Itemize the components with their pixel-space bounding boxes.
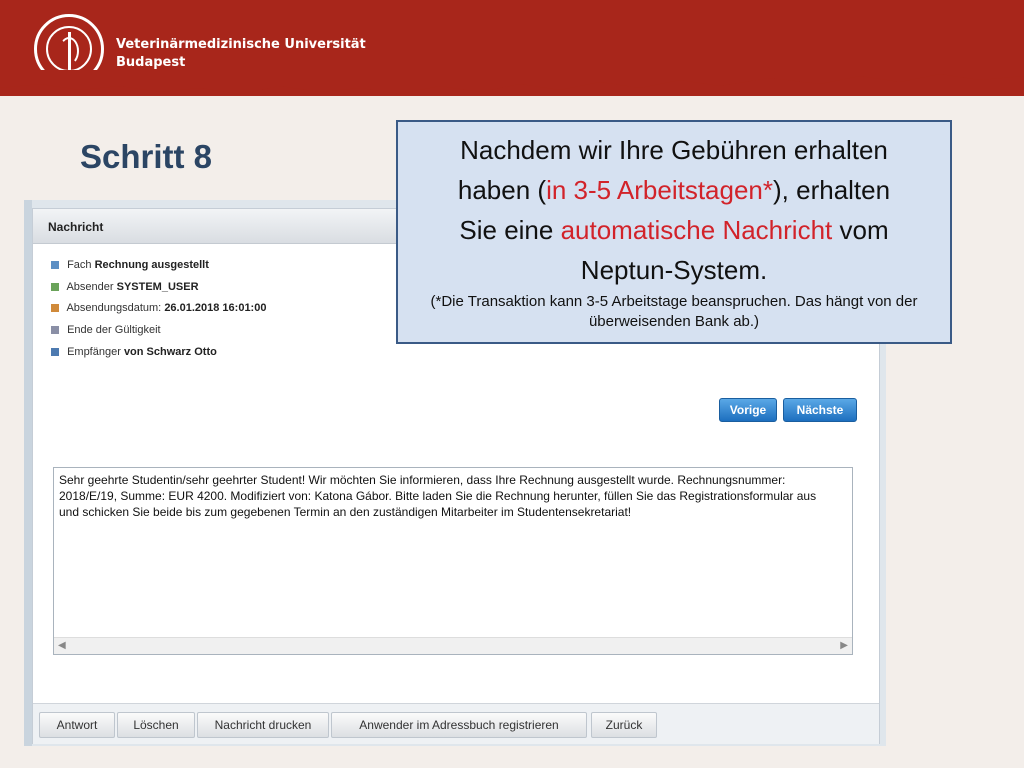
- field-expiry-label: Ende der Gültigkeit: [67, 324, 161, 336]
- field-recipient-label: Empfänger: [67, 346, 121, 358]
- field-expiry: Ende der Gültigkeit: [51, 324, 161, 336]
- callout-line2-pre: haben (: [457, 175, 547, 205]
- field-send-date: Absendungsdatum: 26.01.2018 16:01:00: [51, 302, 266, 314]
- back-button[interactable]: Zurück: [591, 712, 657, 738]
- field-subject-value: Rechnung ausgestellt: [94, 259, 209, 271]
- register-in-addressbook-button[interactable]: Anwender im Adressbuch registrieren: [331, 712, 587, 738]
- field-recipient-value: von Schwarz Otto: [123, 346, 217, 358]
- clock-icon: [51, 326, 59, 335]
- callout-line2: haben (in 3-5 Arbeitstagen*), erhalten: [398, 170, 950, 210]
- scroll-right-icon[interactable]: ▶: [840, 640, 848, 651]
- university-name-line1: Veterinärmedizinische Universität: [116, 37, 366, 52]
- next-button[interactable]: Nächste: [783, 398, 857, 422]
- field-recipient: Empfänger von Schwarz Otto: [51, 346, 217, 358]
- explanation-callout: Nachdem wir Ihre Gebühren erhalten haben…: [396, 120, 952, 344]
- background-page-strip: [24, 200, 32, 746]
- sender-icon: [51, 283, 59, 292]
- callout-highlight-days: in 3-5 Arbeitstagen*: [546, 175, 774, 205]
- calendar-icon: [51, 304, 59, 313]
- callout-line3-post: vom: [832, 215, 889, 245]
- callout-highlight-message: automatische Nachricht: [560, 215, 833, 245]
- horizontal-scrollbar[interactable]: ◀ ▶: [54, 637, 852, 654]
- scroll-left-icon[interactable]: ◀: [58, 640, 66, 651]
- field-subject-label: Fach: [67, 259, 92, 271]
- field-sender: Absender SYSTEM_USER: [51, 281, 199, 293]
- print-message-button[interactable]: Nachricht drucken: [197, 712, 329, 738]
- subject-icon: [51, 261, 59, 270]
- delete-button[interactable]: Löschen: [117, 712, 195, 738]
- field-sender-label: Absender: [66, 281, 114, 293]
- dialog-footer: Antwort Löschen Nachricht drucken Anwend…: [33, 703, 879, 744]
- field-send-date-label: Absendungsdatum:: [66, 302, 162, 314]
- callout-line2-post: ), erhalten: [773, 175, 891, 205]
- field-send-date-value: 26.01.2018 16:01:00: [164, 302, 267, 314]
- callout-line3-pre: Sie eine: [459, 215, 561, 245]
- message-body-box[interactable]: Sehr geehrte Studentin/sehr geehrter Stu…: [53, 467, 853, 655]
- field-sender-value: SYSTEM_USER: [116, 281, 199, 293]
- previous-button[interactable]: Vorige: [719, 398, 777, 422]
- reply-button[interactable]: Antwort: [39, 712, 115, 738]
- university-name: Veterinärmedizinische Universität Budape…: [116, 36, 366, 72]
- field-subject: Fach Rechnung ausgestellt: [51, 259, 209, 271]
- message-body-text: Sehr geehrte Studentin/sehr geehrter Stu…: [59, 473, 817, 519]
- callout-line3: Sie eine automatische Nachricht vom: [398, 210, 950, 250]
- callout-line4: Neptun-System.: [580, 255, 768, 285]
- slide-title: Schritt 8: [80, 138, 213, 175]
- banner-torn-edge: [0, 70, 1024, 94]
- dialog-title: Nachricht: [48, 220, 104, 234]
- recipient-icon: [51, 348, 59, 357]
- callout-line1: Nachdem wir Ihre Gebühren erhalten: [460, 135, 888, 165]
- header-banner: Veterinärmedizinische Universität Budape…: [0, 0, 1024, 96]
- callout-main-text: Nachdem wir Ihre Gebühren erhalten haben…: [398, 130, 950, 290]
- callout-footnote: (*Die Transaktion kann 3-5 Arbeitstage b…: [430, 293, 918, 330]
